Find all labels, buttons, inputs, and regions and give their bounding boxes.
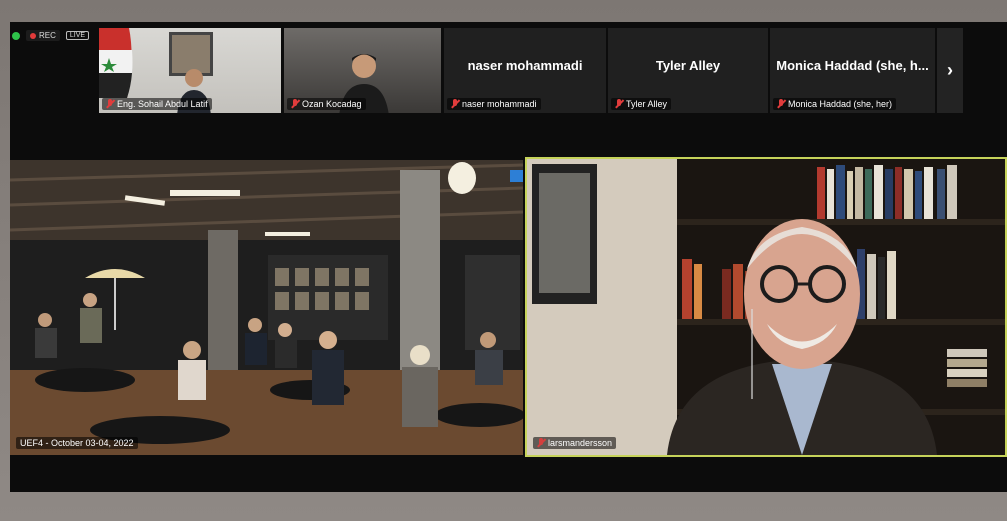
participant-name: naser mohammadi (462, 99, 537, 109)
main-video-conference-room[interactable]: UEF4 - October 03-04, 2022 (10, 160, 523, 455)
participant-name: Tyler Alley (626, 99, 668, 109)
mic-muted-icon (291, 99, 299, 109)
rec-label: REC (39, 31, 56, 40)
participant-name: Eng. Sohail Abdul Latif (117, 99, 208, 109)
security-shield-icon[interactable] (12, 31, 20, 40)
flag-icon (99, 28, 133, 98)
participant-tile-sohail[interactable]: Eng. Sohail Abdul Latif (99, 28, 281, 113)
mic-muted-icon (615, 99, 623, 109)
meeting-controls-bar (10, 460, 1007, 492)
meeting-room-label: UEF4 - October 03-04, 2022 (20, 438, 134, 448)
status-bar: REC LIVE (12, 30, 90, 41)
participant-tile-tyler[interactable]: Tyler Alley Tyler Alley (608, 28, 768, 113)
recording-indicator[interactable]: REC (26, 30, 60, 41)
participant-tile-ozan[interactable]: Ozan Kocadag (284, 28, 441, 113)
conference-room-scene (10, 160, 523, 455)
participant-display-name: Tyler Alley (655, 58, 721, 73)
participant-name: Ozan Kocadag (302, 99, 362, 109)
mic-muted-icon (777, 99, 785, 109)
main-video-active-speaker[interactable]: larsmandersson (525, 157, 1007, 457)
participant-tile-monica[interactable]: Monica Haddad (she, h... Monica Haddad (… (770, 28, 935, 113)
participant-name-tag: Ozan Kocadag (287, 98, 366, 110)
next-page-button[interactable]: › (937, 28, 963, 113)
mic-muted-icon (106, 99, 114, 109)
speaker-name: larsmandersson (548, 438, 613, 448)
speaker-scene (527, 159, 1005, 455)
participant-name-tag: naser mohammadi (447, 98, 541, 110)
record-dot-icon (30, 32, 36, 39)
participant-tile-naser[interactable]: naser mohammadi naser mohammadi (444, 28, 606, 113)
speaker-name-tag: larsmandersson (533, 437, 617, 449)
participant-display-name: Monica Haddad (she, h... (776, 58, 929, 73)
participant-name-tag: Monica Haddad (she, her) (773, 98, 897, 110)
participant-display-name: naser mohammadi (467, 58, 583, 73)
speaker-name-tag: UEF4 - October 03-04, 2022 (16, 437, 138, 449)
mic-muted-icon (537, 438, 545, 448)
live-badge[interactable]: LIVE (65, 31, 90, 40)
participant-name-tag: Tyler Alley (611, 98, 672, 110)
participant-name: Monica Haddad (she, her) (788, 99, 893, 109)
chevron-right-icon: › (947, 60, 953, 80)
participant-name-tag: Eng. Sohail Abdul Latif (102, 98, 212, 110)
mic-muted-icon (451, 99, 459, 109)
